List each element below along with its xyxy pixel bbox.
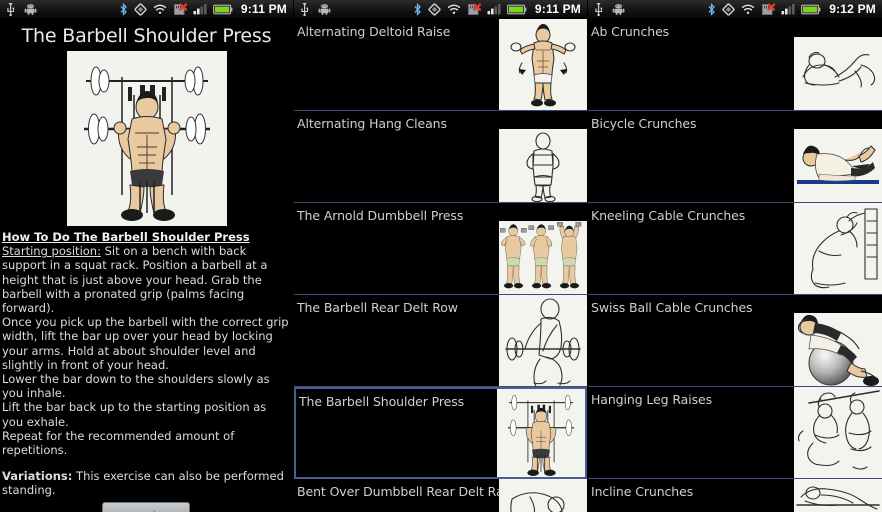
list-item-label: Kneeling Cable Crunches <box>591 208 746 223</box>
list-item[interactable]: Hanging Leg Raises <box>588 387 882 479</box>
usb-icon <box>300 2 309 16</box>
battery-icon <box>212 2 233 16</box>
usb-icon <box>594 2 603 16</box>
exercise-illustration <box>66 51 227 226</box>
list-item[interactable]: The Arnold Dumbbell Press <box>294 203 587 295</box>
android-robot-icon <box>318 2 331 16</box>
instructions-heading: How To Do The Barbell Shoulder Press <box>2 230 250 244</box>
alternating-deltoid-raise-thumb <box>499 19 587 110</box>
signal-bars-icon <box>487 2 501 16</box>
list-item[interactable]: Bent Over Dumbbell Rear Delt Raise <box>294 479 587 512</box>
variations-paragraph: Variations: This exercise can also be pe… <box>2 469 289 497</box>
list-item[interactable]: Kneeling Cable Crunches <box>588 203 882 295</box>
phone-screen-shoulder-list: 9:11 PM Alternating Deltoid Raise Altern… <box>294 0 588 512</box>
list-item[interactable]: Alternating Hang Cleans <box>294 111 587 203</box>
swiss-ball-cable-crunches-thumb <box>794 313 882 386</box>
list-item-label: Incline Crunches <box>591 484 694 499</box>
status-bar-left-icons <box>6 2 37 16</box>
status-bar-clock: 9:12 PM <box>829 2 876 16</box>
status-bar-clock: 9:11 PM <box>534 2 581 16</box>
instruction-step-5: Repeat for the recommended amount of rep… <box>2 428 235 458</box>
wifi-icon <box>447 2 461 16</box>
signal-bars-icon <box>193 2 207 16</box>
wifi-icon <box>153 2 167 16</box>
list-item-label: Ab Crunches <box>591 24 670 39</box>
sdcard-removed-icon <box>467 2 481 16</box>
instruction-step-3: Lower the bar down to the shoulders slow… <box>2 372 270 401</box>
list-item-label: Alternating Deltoid Raise <box>297 24 451 39</box>
sdcard-removed-icon <box>173 2 187 16</box>
list-item[interactable]: The Barbell Shoulder Press <box>294 387 587 479</box>
status-bar-right-icons: 9:11 PM <box>119 2 289 16</box>
phone-screen-abs-list: 9:12 PM Ab Crunches Bicycle Crunches Kne… <box>588 0 882 512</box>
bluetooth-icon <box>707 2 716 16</box>
phone-screen-detail: 9:11 PM The Barbell Shoulder Press How T… <box>0 0 294 512</box>
starting-position-paragraph: Starting position: Sit on a bench with b… <box>2 244 289 315</box>
signal-bars-icon <box>781 2 795 16</box>
usb-icon <box>6 2 15 16</box>
alternating-hang-cleans-thumb <box>499 129 587 202</box>
bent-over-dumbbell-rear-delt-raise-thumb <box>499 479 587 512</box>
list-item-label: Swiss Ball Cable Crunches <box>591 300 753 315</box>
bicycle-crunches-thumb <box>794 129 882 202</box>
kneeling-cable-crunches-thumb <box>794 203 882 294</box>
list-item-label: Alternating Hang Cleans <box>297 116 447 131</box>
barbell-shoulder-press-illustration <box>83 66 210 221</box>
arnold-dumbbell-press-thumb <box>499 221 587 294</box>
gps-icon <box>722 2 735 16</box>
status-bar-right-icons: 9:12 PM <box>707 2 878 16</box>
status-bar-right-icons: 9:11 PM <box>413 2 583 16</box>
screenshot-root: 9:11 PM The Barbell Shoulder Press How T… <box>0 0 882 512</box>
gps-icon <box>134 2 147 16</box>
ab-crunches-thumb <box>794 37 882 110</box>
list-item[interactable]: The Barbell Rear Delt Row <box>294 295 587 387</box>
list-item[interactable]: Swiss Ball Cable Crunches <box>588 295 882 387</box>
status-bar: 9:11 PM <box>0 0 293 19</box>
incline-crunches-thumb <box>794 479 882 512</box>
list-item[interactable]: Incline Crunches <box>588 479 882 512</box>
status-bar-clock: 9:11 PM <box>240 2 287 16</box>
shoulder-exercise-list[interactable]: Alternating Deltoid Raise Alternating Ha… <box>294 19 587 512</box>
battery-icon <box>506 2 527 16</box>
instruction-step-4: Lift the bar back up to the starting pos… <box>2 400 267 429</box>
battery-icon <box>801 2 821 16</box>
list-item-label: Hanging Leg Raises <box>591 392 713 407</box>
page-title: The Barbell Shoulder Press <box>21 25 272 47</box>
back-button-row: Back <box>2 501 289 512</box>
list-item-label: Bicycle Crunches <box>591 116 697 131</box>
status-bar-left-icons <box>300 2 331 16</box>
list-item[interactable]: Alternating Deltoid Raise <box>294 19 587 111</box>
starting-position-label: Starting position: <box>2 244 101 259</box>
list-item[interactable]: Bicycle Crunches <box>588 111 882 203</box>
instruction-step-2: Once you pick up the barbell with the co… <box>2 315 289 372</box>
android-robot-icon <box>24 2 37 16</box>
list-item-label: The Barbell Shoulder Press <box>299 394 465 409</box>
variations-label: Variations: <box>2 469 73 484</box>
wifi-icon <box>741 2 755 16</box>
list-item-label: The Barbell Rear Delt Row <box>297 300 458 315</box>
list-item-label: The Arnold Dumbbell Press <box>297 208 464 223</box>
android-robot-icon <box>612 2 625 16</box>
gps-icon <box>428 2 441 16</box>
status-bar-left-icons <box>594 2 625 16</box>
exercise-instructions: How To Do The Barbell Shoulder Press Sta… <box>0 226 293 512</box>
bluetooth-icon <box>413 2 422 16</box>
barbell-shoulder-press-thumb <box>497 389 585 477</box>
back-button[interactable]: Back <box>101 501 190 512</box>
barbell-rear-delt-row-thumb <box>499 295 587 386</box>
list-item-label: Bent Over Dumbbell Rear Delt Raise <box>297 484 521 499</box>
status-bar: 9:12 PM <box>588 0 882 19</box>
sdcard-removed-icon <box>761 2 776 16</box>
list-item[interactable]: Ab Crunches <box>588 19 882 111</box>
status-bar: 9:11 PM <box>294 0 587 19</box>
bluetooth-icon <box>119 2 128 16</box>
hanging-leg-raises-thumb <box>794 387 882 478</box>
abs-exercise-list[interactable]: Ab Crunches Bicycle Crunches Kneeling Ca… <box>588 19 882 512</box>
